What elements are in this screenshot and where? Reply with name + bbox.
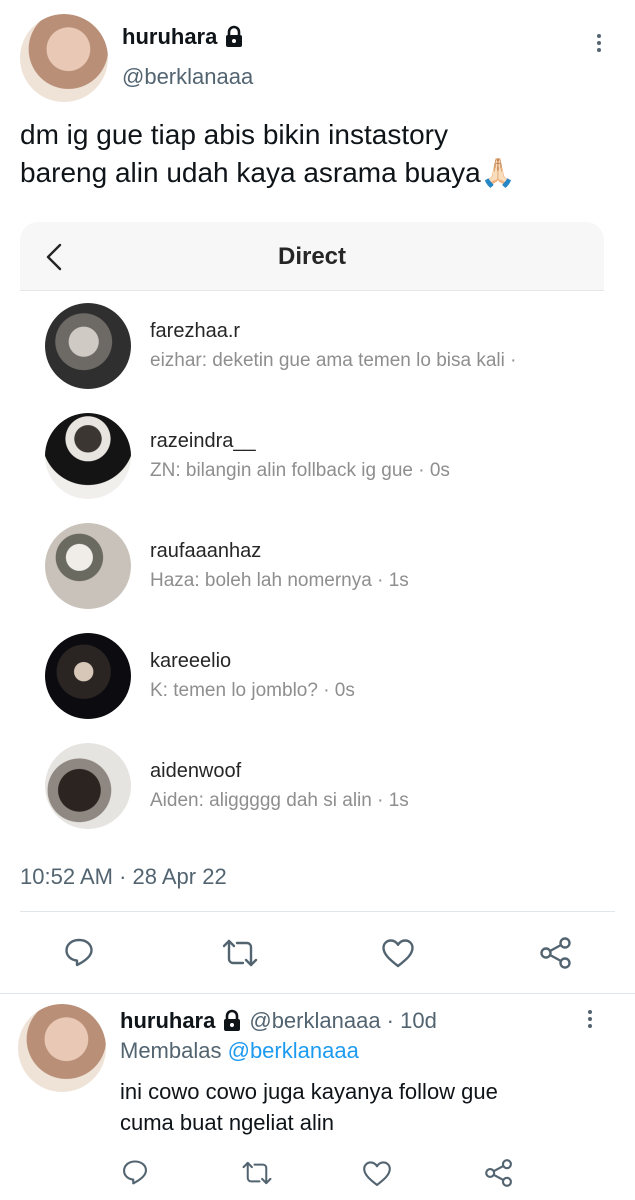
replying-to: Membalas @berklanaaa	[120, 1038, 359, 1064]
share-icon[interactable]	[484, 1158, 514, 1188]
dm-preview: eizhar: deketin gue ama temen lo bisa ka…	[150, 350, 517, 371]
tweet-text-line-1: dm ig gue tiap abis bikin instastory	[20, 119, 448, 150]
dm-avatar	[45, 743, 131, 829]
dm-thread-row[interactable]: kareeelio K: temen lo jomblo? · 0s	[20, 622, 604, 730]
dm-username: raufaaanhaz	[150, 540, 262, 562]
retweet-icon[interactable]	[221, 937, 259, 969]
author-avatar[interactable]	[20, 14, 108, 102]
reply-text: ini cowo cowo juga kayanya follow gue cu…	[120, 1076, 620, 1138]
replying-to-prefix: Membalas	[120, 1038, 222, 1063]
reply-header-row: huruhara @berklanaaa · 10d	[120, 1008, 437, 1034]
reply-icon[interactable]	[121, 1158, 149, 1186]
dm-preview: ZN: bilangin alin follback ig gue · 0s	[150, 460, 450, 481]
more-icon[interactable]	[588, 1010, 592, 1028]
lock-icon	[224, 1009, 241, 1031]
share-icon[interactable]	[539, 936, 573, 970]
reply-author-avatar[interactable]	[18, 1004, 106, 1092]
dm-avatar	[45, 303, 131, 389]
divider	[0, 993, 635, 994]
dm-thread-row[interactable]: raufaaanhaz Haza: boleh lah nomernya · 1…	[20, 512, 604, 620]
reply-text-line-2: cuma buat ngeliat alin	[120, 1110, 335, 1135]
dm-title: Direct	[277, 243, 347, 270]
dm-preview: K: temen lo jomblo? · 0s	[150, 680, 355, 701]
dm-preview: Aiden: aliggggg dah si alin · 1s	[150, 790, 409, 811]
dm-avatar	[45, 633, 131, 719]
more-icon[interactable]	[597, 34, 601, 52]
reply-text-line-1: ini cowo cowo juga kayanya follow gue	[120, 1079, 498, 1104]
author-handle[interactable]: @berklanaaa	[122, 64, 253, 90]
reply-icon[interactable]	[63, 936, 95, 968]
praying-hands-emoji: 🙏🏻	[480, 157, 516, 188]
dm-avatar	[45, 523, 131, 609]
author-name-row[interactable]: huruhara	[122, 24, 245, 50]
dm-username: kareeelio	[150, 650, 232, 672]
author-display-name[interactable]: huruhara	[122, 24, 217, 50]
dm-avatar	[45, 413, 131, 499]
dm-preview: Haza: boleh lah nomernya · 1s	[150, 570, 409, 591]
like-icon[interactable]	[362, 1160, 392, 1187]
lock-icon	[226, 25, 243, 47]
dm-thread-row[interactable]: farezhaa.r eizhar: deketin gue ama temen…	[20, 292, 604, 400]
dm-username: farezhaa.r	[150, 320, 241, 342]
replying-to-handle[interactable]: @berklanaaa	[228, 1038, 359, 1063]
divider	[20, 911, 615, 912]
reply-author-display-name[interactable]: huruhara	[120, 1008, 215, 1034]
dm-username: aidenwoof	[150, 760, 242, 782]
tweet-text: dm ig gue tiap abis bikin instastory bar…	[20, 116, 620, 192]
dm-thread-row[interactable]: razeindra__ ZN: bilangin alin follback i…	[20, 402, 604, 510]
tweet-timestamp[interactable]: 10:52 AM · 28 Apr 22	[20, 864, 227, 890]
dm-username: razeindra__	[150, 430, 256, 452]
like-icon[interactable]	[381, 938, 415, 968]
dm-thread-row[interactable]: aidenwoof Aiden: aliggggg dah si alin · …	[20, 732, 604, 840]
reply-handle-time[interactable]: @berklanaaa · 10d	[249, 1008, 436, 1034]
retweet-icon[interactable]	[241, 1159, 273, 1187]
tweet-text-line-2: bareng alin udah kaya asrama buaya🙏🏻	[20, 157, 516, 188]
